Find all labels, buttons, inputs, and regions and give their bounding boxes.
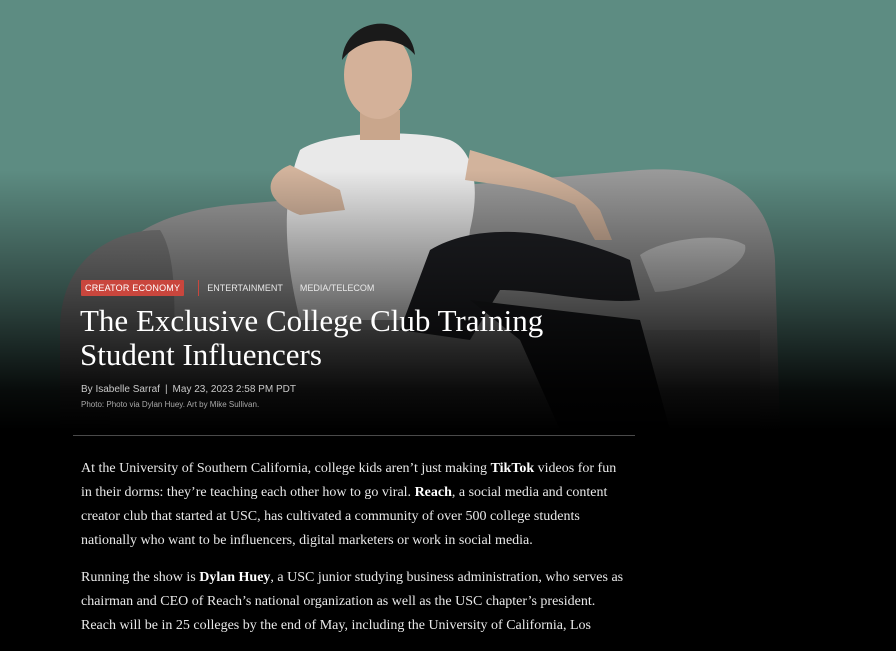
tag-creator-economy[interactable]: CREATOR ECONOMY <box>81 279 185 296</box>
paragraph: At the University of Southern California… <box>81 457 626 553</box>
tag-bar: CREATOR ECONOMY ENTERTAINMENT MEDIA/TELE… <box>81 279 391 296</box>
tag-entertainment[interactable]: ENTERTAINMENT <box>207 283 283 293</box>
byline: By Isabelle Sarraf | May 23, 2023 2:58 PM … <box>81 384 296 395</box>
photo-credit: Photo: Photo via Dylan Huey. Art by Mike… <box>81 400 260 409</box>
company-link-reach[interactable]: Reach <box>415 485 452 500</box>
paragraph-text: At the University of Southern California… <box>81 461 491 476</box>
company-link-tiktok[interactable]: TikTok <box>491 461 535 476</box>
author-link[interactable]: By Isabelle Sarraf <box>81 384 160 395</box>
divider <box>73 435 635 436</box>
paragraph-text: Running the show is <box>81 570 200 585</box>
paragraph: Running the show is Dylan Huey, a USC ju… <box>81 566 626 638</box>
tag-divider <box>198 279 200 296</box>
tag-media-telecom[interactable]: MEDIA/TELECOM <box>300 283 375 293</box>
article-body: At the University of Southern California… <box>81 457 626 651</box>
byline-separator: | <box>164 384 168 395</box>
article-title: The Exclusive College Club Training Stud… <box>80 303 544 372</box>
person-link-dylan-huey[interactable]: Dylan Huey <box>199 570 270 585</box>
publish-date: May 23, 2023 2:58 PM PDT <box>172 384 296 395</box>
